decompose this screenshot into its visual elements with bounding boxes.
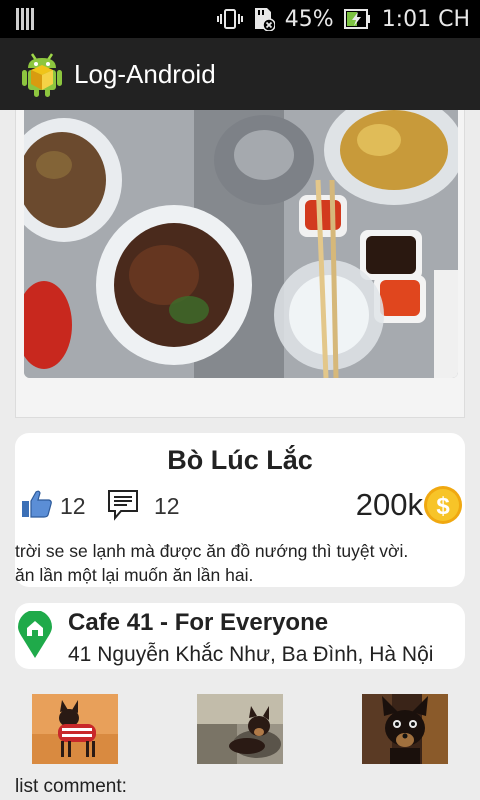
dish-name: Bò Lúc Lắc — [167, 445, 313, 475]
dish-photo-card — [15, 110, 465, 418]
status-icons: 45% 1:01 CH — [216, 0, 470, 38]
user-avatar-thumbnail[interactable] — [197, 694, 283, 764]
user-avatar-thumbnail[interactable] — [32, 694, 118, 764]
battery-percent: 45% — [284, 6, 334, 32]
place-card[interactable]: Cafe 41 - For Everyone 41 Nguyễn Khắc Nh… — [15, 603, 465, 669]
like-count: 12 — [60, 493, 86, 519]
android-app-icon[interactable] — [20, 50, 64, 98]
app-title: Log-Android — [74, 58, 216, 89]
like-icon[interactable] — [21, 489, 53, 519]
place-address: 41 Nguyễn Khắc Như, Ba Đình, Hà Nội — [68, 643, 434, 666]
dish-description-line: ăn lần một lại muốn ăn lần hai. — [15, 565, 254, 585]
dish-photo[interactable] — [24, 110, 458, 378]
clock: 1:01 CH — [381, 6, 470, 32]
location-pin-icon — [18, 611, 52, 658]
notification-icon — [16, 8, 36, 30]
dish-price: 200k — [355, 487, 423, 522]
status-bar: 45% 1:01 CH — [0, 0, 480, 38]
battery-charging-icon — [343, 9, 370, 29]
coin-icon: $ — [424, 486, 462, 524]
dish-description-line: trời se se lạnh mà được ăn đồ nướng thì … — [15, 541, 409, 561]
place-name: Cafe 41 - For Everyone — [68, 609, 329, 636]
svg-text:$: $ — [436, 493, 450, 520]
action-bar: Log-Android — [0, 38, 480, 110]
dish-description: trời se se lạnh mà được ăn đồ nướng thì … — [15, 539, 465, 587]
comment-list-label: list comment: — [15, 776, 127, 797]
comment-icon[interactable] — [107, 489, 139, 521]
dish-info-card: Bò Lúc Lắc 12 12 200k $ trời se se lạnh … — [15, 433, 465, 587]
vibrate-icon — [216, 9, 243, 29]
sd-card-icon — [254, 8, 275, 31]
comment-count: 12 — [154, 493, 180, 519]
user-avatar-thumbnail[interactable] — [362, 694, 448, 764]
